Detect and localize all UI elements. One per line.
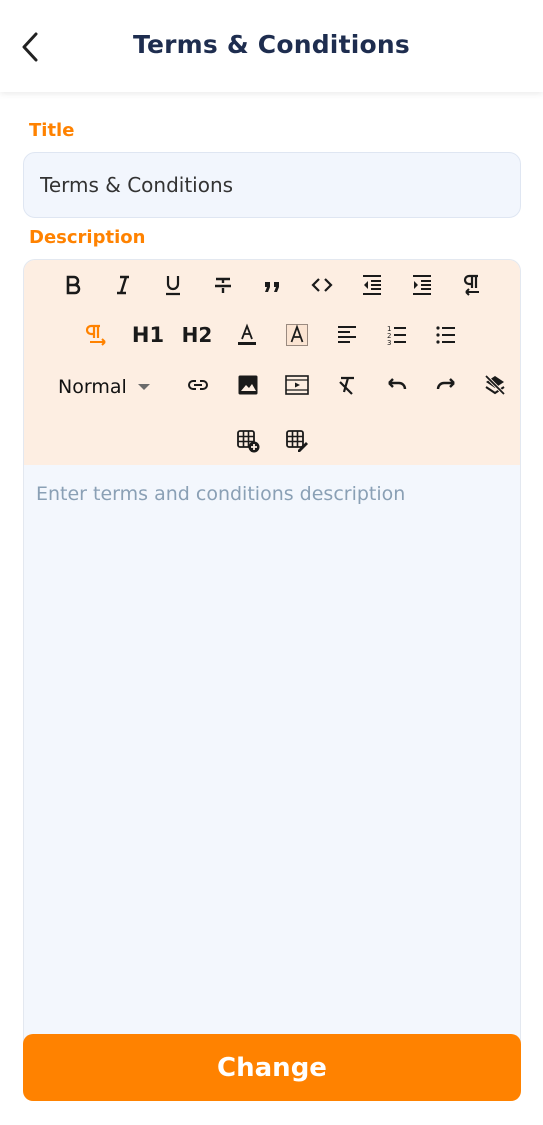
bullet-list-icon	[436, 326, 455, 344]
paragraph-style-select[interactable]: Normal	[58, 370, 158, 404]
bold-icon	[66, 275, 81, 295]
quote-icon	[265, 282, 279, 292]
align-left-button[interactable]	[330, 318, 364, 352]
bold-button[interactable]	[56, 268, 90, 302]
image-icon	[238, 375, 258, 395]
svg-text:3: 3	[387, 339, 391, 347]
paragraph-direction-icon	[463, 274, 479, 296]
title-input[interactable]	[23, 152, 521, 218]
strikethrough-icon	[215, 277, 231, 293]
app-header: Terms & Conditions	[0, 0, 543, 92]
code-button[interactable]	[305, 268, 339, 302]
code-icon	[311, 278, 333, 292]
heading-2-button[interactable]: H2	[180, 318, 214, 352]
redo-button[interactable]	[429, 368, 463, 402]
paragraph-style-value: Normal	[58, 376, 127, 398]
ordered-list-icon: 123	[387, 325, 406, 347]
quote-button[interactable]	[255, 268, 289, 302]
description-editor-input[interactable]: Enter terms and conditions description	[24, 465, 520, 1059]
italic-icon	[117, 275, 129, 295]
video-button[interactable]	[280, 368, 314, 402]
link-button[interactable]	[181, 368, 215, 402]
caret-down-icon	[137, 384, 150, 390]
outdent-icon	[363, 275, 381, 295]
paragraph-direction-rtl-button[interactable]	[81, 318, 115, 352]
outdent-button[interactable]	[355, 268, 389, 302]
image-button[interactable]	[231, 368, 265, 402]
clear-format-button[interactable]	[330, 368, 364, 402]
indent-button[interactable]	[405, 268, 439, 302]
link-icon	[188, 380, 208, 390]
bullet-list-button[interactable]	[429, 318, 463, 352]
paragraph-direction-rtl-icon	[86, 324, 106, 346]
table-edit-button[interactable]	[280, 424, 314, 458]
video-icon	[285, 375, 309, 395]
rich-text-editor: H1 H2 123 Normal Enter terms and conditi…	[23, 259, 521, 1059]
page-title: Terms & Conditions	[133, 30, 410, 59]
redo-icon	[436, 378, 455, 390]
editor-toolbar: H1 H2 123 Normal	[24, 260, 520, 465]
ordered-list-button[interactable]: 123	[380, 318, 414, 352]
undo-button[interactable]	[380, 368, 414, 402]
clear-format-icon	[339, 376, 354, 395]
paragraph-direction-button[interactable]	[454, 268, 488, 302]
indent-icon	[413, 275, 431, 295]
table-edit-icon	[286, 430, 308, 452]
table-add-button[interactable]	[231, 424, 265, 458]
description-label: Description	[29, 227, 146, 248]
title-label: Title	[29, 120, 75, 141]
italic-button[interactable]	[106, 268, 140, 302]
text-color-icon	[238, 323, 256, 345]
table-add-icon	[237, 430, 260, 453]
background-color-button[interactable]	[280, 318, 314, 352]
background-color-icon	[286, 324, 308, 346]
text-color-button[interactable]	[230, 318, 264, 352]
clear-all-icon	[484, 374, 506, 396]
undo-icon	[388, 378, 407, 390]
strikethrough-button[interactable]	[206, 268, 240, 302]
clear-all-button[interactable]	[478, 368, 512, 402]
align-left-icon	[338, 326, 356, 343]
underline-button[interactable]	[156, 268, 190, 302]
change-button[interactable]: Change	[23, 1034, 521, 1101]
heading-1-button[interactable]: H1	[131, 318, 165, 352]
underline-icon	[166, 276, 180, 296]
